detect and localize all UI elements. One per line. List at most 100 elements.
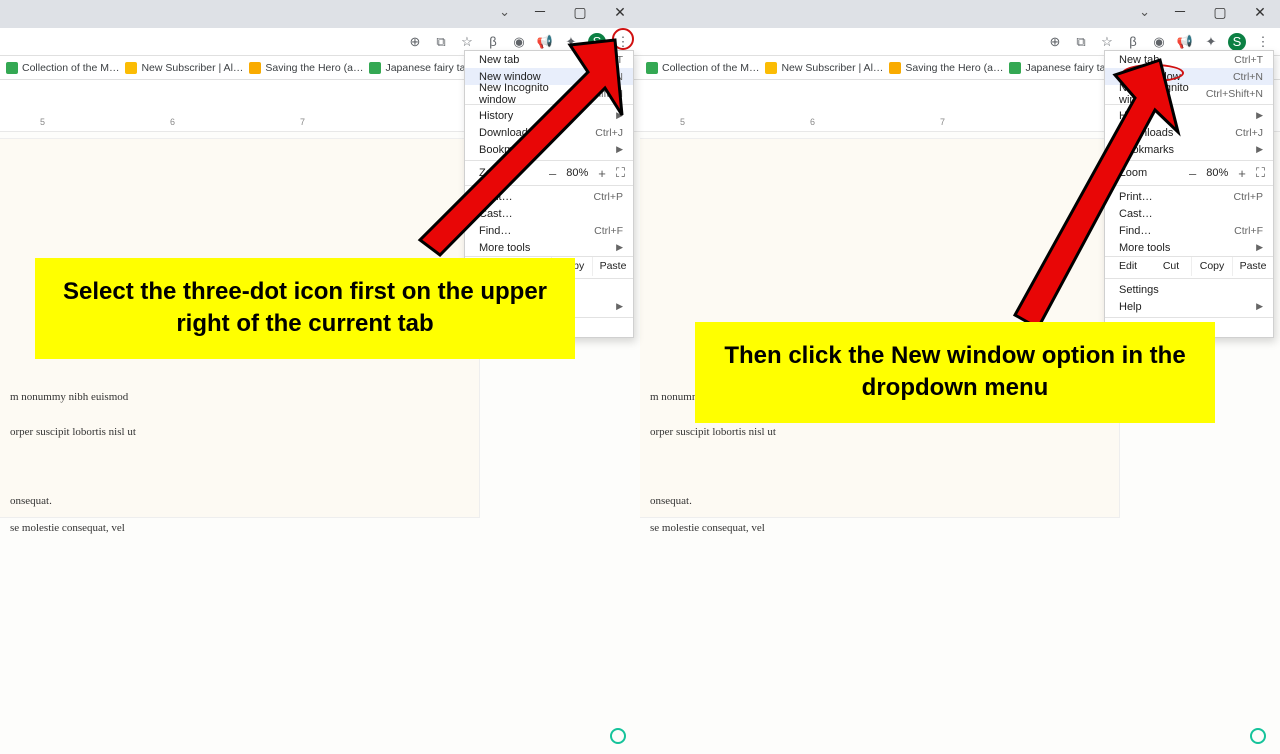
bookmark-star-icon[interactable]: ☆ bbox=[458, 33, 476, 51]
close-button[interactable]: ✕ bbox=[1240, 0, 1280, 24]
profile-avatar[interactable]: S bbox=[1228, 33, 1246, 51]
doc-text: orper suscipit lobortis nisl ut bbox=[650, 422, 1109, 443]
bookmark-item[interactable]: Collection of the M… bbox=[646, 62, 759, 74]
submenu-arrow-icon: ▶ bbox=[1256, 301, 1263, 312]
extensions-icon[interactable]: ✦ bbox=[562, 33, 580, 51]
menu-label: New tab bbox=[479, 54, 519, 66]
window-controls: － ▢ ✕ bbox=[1160, 0, 1280, 24]
menu-label: Print… bbox=[1119, 191, 1153, 203]
bookmark-label: Collection of the M… bbox=[22, 62, 119, 74]
menu-label: Zoom bbox=[1119, 167, 1147, 179]
edit-paste-button[interactable]: Paste bbox=[593, 257, 633, 276]
menu-item-help[interactable]: Help▶ bbox=[1105, 298, 1273, 315]
titlebar: ⌄ － ▢ ✕ bbox=[0, 0, 640, 28]
menu-item-downloads[interactable]: DownloadsCtrl+J bbox=[1105, 124, 1273, 141]
bookmark-item[interactable]: New Subscriber | Al… bbox=[125, 62, 243, 74]
announce-icon[interactable]: 📢 bbox=[1176, 33, 1194, 51]
grammarly-icon[interactable] bbox=[610, 728, 626, 744]
submenu-arrow-icon: ▶ bbox=[1256, 242, 1263, 253]
menu-shortcut: Ctrl+T bbox=[1234, 54, 1263, 66]
three-dot-menu-icon[interactable]: ⋮ bbox=[1254, 33, 1272, 51]
doc-text: se molestie consequat, vel bbox=[650, 518, 1109, 539]
share-icon[interactable]: ⧉ bbox=[432, 33, 450, 51]
menu-item-history[interactable]: History▶ bbox=[1105, 107, 1273, 124]
doc-text: onsequat. bbox=[10, 491, 469, 512]
ruler-tick: 7 bbox=[940, 117, 945, 127]
bookmark-item[interactable]: Japanese fairy tales bbox=[369, 62, 478, 74]
menu-shortcut: Ctrl+Shift+N bbox=[566, 88, 623, 100]
menu-item-edit: Edit Cut Copy Paste bbox=[1105, 256, 1273, 276]
menu-shortcut: Ctrl+N bbox=[1233, 71, 1263, 83]
menu-label: Downloads bbox=[1119, 127, 1173, 139]
profile-avatar[interactable]: S bbox=[588, 33, 606, 51]
menu-shortcut: Ctrl+P bbox=[1234, 191, 1263, 203]
bookmark-star-icon[interactable]: ☆ bbox=[1098, 33, 1116, 51]
bookmark-item[interactable]: Collection of the M… bbox=[6, 62, 119, 74]
bookmark-item[interactable]: Japanese fairy tales bbox=[1009, 62, 1118, 74]
zoom-icon[interactable]: ⊕ bbox=[406, 33, 424, 51]
menu-item-cast[interactable]: Cast… bbox=[465, 205, 633, 222]
share-icon[interactable]: ⧉ bbox=[1072, 33, 1090, 51]
bookmark-label: Saving the Hero (a… bbox=[265, 62, 363, 74]
favicon-icon bbox=[765, 62, 777, 74]
zoom-value: 80% bbox=[1206, 167, 1228, 179]
menu-item-print[interactable]: Print… Ctrl+P bbox=[1105, 188, 1273, 205]
menu-label: History bbox=[479, 110, 513, 122]
ruler-tick: 6 bbox=[170, 117, 175, 127]
zoom-in-button[interactable]: + bbox=[1238, 166, 1246, 181]
bookmark-label: Saving the Hero (a… bbox=[905, 62, 1003, 74]
menu-label: Edit bbox=[1105, 257, 1151, 276]
shield-icon[interactable]: ◉ bbox=[1150, 33, 1168, 51]
menu-shortcut: Ctrl+F bbox=[594, 225, 623, 237]
extensions-icon[interactable]: ✦ bbox=[1202, 33, 1220, 51]
menu-label: Bookmarks bbox=[1119, 144, 1174, 156]
zoom-icon[interactable]: ⊕ bbox=[1046, 33, 1064, 51]
close-button[interactable]: ✕ bbox=[600, 0, 640, 24]
edit-copy-button[interactable]: Copy bbox=[1192, 257, 1233, 276]
menu-item-history[interactable]: History▶ bbox=[465, 107, 633, 124]
zoom-out-button[interactable]: – bbox=[549, 166, 556, 181]
menu-item-new-tab[interactable]: New tabCtrl+T bbox=[1105, 51, 1273, 68]
menu-item-more-tools[interactable]: More tools▶ bbox=[1105, 239, 1273, 256]
menu-item-more-tools[interactable]: More tools▶ bbox=[465, 239, 633, 256]
menu-item-incognito[interactable]: New Incognito windowCtrl+Shift+N bbox=[465, 85, 633, 102]
menu-shortcut: Ctrl+J bbox=[595, 127, 623, 139]
highlight-circle bbox=[612, 28, 634, 50]
menu-item-find[interactable]: Find…Ctrl+F bbox=[1105, 222, 1273, 239]
ruler-tick: 5 bbox=[680, 117, 685, 127]
menu-shortcut: Ctrl+N bbox=[593, 71, 623, 83]
bookmark-label: New Subscriber | Al… bbox=[781, 62, 883, 74]
edit-paste-button[interactable]: Paste bbox=[1233, 257, 1273, 276]
menu-separator bbox=[1105, 185, 1273, 186]
doc-text: orper suscipit lobortis nisl ut bbox=[10, 422, 469, 443]
menu-item-new-tab[interactable]: New tabCtrl+T bbox=[465, 51, 633, 68]
menu-item-incognito[interactable]: New Incognito windowCtrl+Shift+N bbox=[1105, 85, 1273, 102]
fullscreen-icon[interactable]: ⛶ bbox=[1256, 165, 1265, 181]
favicon-icon bbox=[889, 62, 901, 74]
menu-label: Find… bbox=[1119, 225, 1151, 237]
bookmark-item[interactable]: Saving the Hero (a… bbox=[889, 62, 1003, 74]
maximize-button[interactable]: ▢ bbox=[1200, 0, 1240, 24]
menu-item-bookmarks[interactable]: Bookmarks▶ bbox=[1105, 141, 1273, 158]
doc-text: se molestie consequat, vel bbox=[10, 518, 469, 539]
menu-item-print[interactable]: Print…Ctrl+P bbox=[465, 188, 633, 205]
menu-item-bookmarks[interactable]: Bookmarks▶ bbox=[465, 141, 633, 158]
edit-cut-button[interactable]: Cut bbox=[1151, 257, 1192, 276]
shield-icon[interactable]: ◉ bbox=[510, 33, 528, 51]
fullscreen-icon[interactable]: ⛶ bbox=[616, 165, 625, 181]
zoom-out-button[interactable]: – bbox=[1189, 166, 1196, 181]
menu-item-find[interactable]: Find…Ctrl+F bbox=[465, 222, 633, 239]
bookmark-item[interactable]: Saving the Hero (a… bbox=[249, 62, 363, 74]
minimize-button[interactable]: － bbox=[1160, 0, 1200, 24]
menu-item-settings[interactable]: Settings bbox=[1105, 281, 1273, 298]
menu-item-cast[interactable]: Cast… bbox=[1105, 205, 1273, 222]
minimize-button[interactable]: － bbox=[520, 0, 560, 24]
chrome-menu: New tabCtrl+T New windowCtrl+N New Incog… bbox=[1104, 50, 1274, 338]
menu-item-downloads[interactable]: DownloadsCtrl+J bbox=[465, 124, 633, 141]
zoom-value: 80% bbox=[566, 167, 588, 179]
grammarly-icon[interactable] bbox=[1250, 728, 1266, 744]
bookmark-item[interactable]: New Subscriber | Al… bbox=[765, 62, 883, 74]
maximize-button[interactable]: ▢ bbox=[560, 0, 600, 24]
announce-icon[interactable]: 📢 bbox=[536, 33, 554, 51]
zoom-in-button[interactable]: + bbox=[598, 166, 606, 181]
